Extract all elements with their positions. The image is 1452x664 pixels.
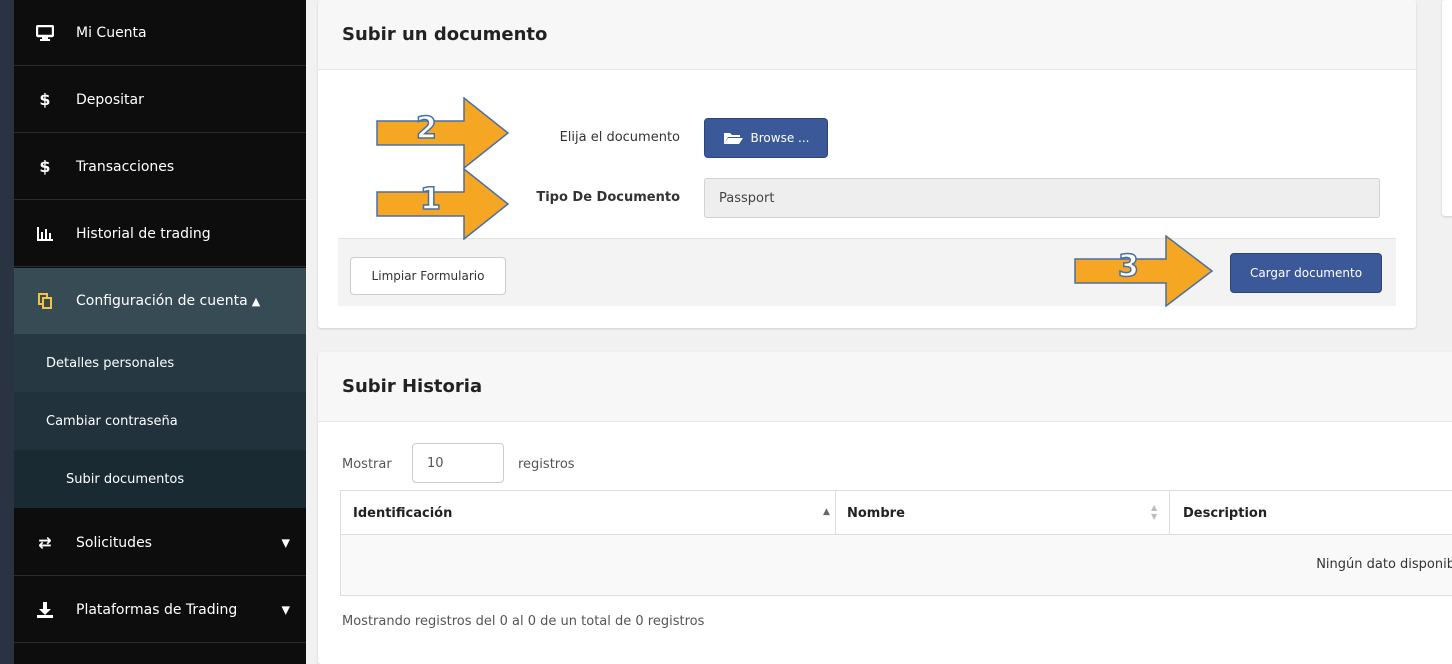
sidebar-subitem-label: Detalles personales — [46, 355, 175, 371]
sidebar-item-label: Mi Cuenta — [76, 24, 147, 41]
sidebar-item-label: Depositar — [76, 91, 144, 108]
page-size-select[interactable]: 10 — [412, 443, 504, 483]
sidebar-item-depositar[interactable]: $ Depositar — [14, 67, 306, 133]
folder-open-icon — [723, 131, 743, 145]
chevron-down-icon: ▼ — [281, 536, 290, 549]
side-card — [1442, 0, 1452, 216]
sidebar-item-label: Plataformas de Trading — [76, 601, 238, 618]
sidebar-item-mi-cuenta[interactable]: Mi Cuenta — [14, 0, 306, 66]
sidebar-subitem-contrasena[interactable]: Cambiar contraseña — [14, 392, 306, 450]
chevron-down-icon: ▼ — [281, 603, 290, 616]
bar-chart-icon — [36, 226, 54, 241]
download-icon — [36, 601, 54, 618]
sort-both-icon: ▲ ▼ — [1151, 503, 1158, 521]
history-table: Identificación ▲ Nombre ▲ ▼ Description N… — [340, 490, 1452, 596]
show-label: Mostrar — [342, 457, 392, 472]
exchange-icon: ⇄ — [38, 533, 52, 552]
form-actions-bar: Limpiar Formulario Cargar documento — [338, 238, 1396, 306]
choose-document-label: Elija el documento — [559, 130, 680, 145]
sidebar-item-label: Historial de trading — [76, 225, 211, 242]
sidebar-item-plataformas[interactable]: Plataformas de Trading ▼ — [14, 577, 306, 643]
sidebar-item-configuracion[interactable]: Configuración de cuenta ▲ — [14, 268, 306, 334]
sidebar-item-label: Configuración de cuenta — [76, 293, 248, 309]
column-divider — [835, 491, 836, 535]
records-label: registros — [518, 457, 575, 472]
sidebar-item-label: Solicitudes — [76, 534, 152, 551]
browse-button-label: Browse ... — [750, 131, 810, 145]
arrow-number: 1 — [419, 181, 441, 218]
sidebar-subitem-subir-documentos[interactable]: Subir documentos — [14, 450, 306, 508]
chevron-up-icon: ▲ — [251, 294, 261, 308]
column-header-label: Description — [1183, 505, 1268, 521]
sidebar-item-label: Transacciones — [76, 158, 175, 175]
annotation-arrow-2: 2 — [376, 97, 510, 169]
upload-title: Subir un documento — [318, 0, 1416, 70]
column-header-description[interactable]: Description — [1183, 491, 1452, 535]
dollar-icon: $ — [39, 90, 51, 109]
arrow-number: 2 — [415, 110, 437, 147]
browse-button[interactable]: Browse ... — [704, 118, 828, 158]
column-header-label: Nombre — [847, 505, 905, 521]
sort-asc-icon: ▲ — [823, 507, 830, 517]
column-header-label: Identificación — [353, 505, 453, 521]
dollar-icon: $ — [39, 157, 51, 176]
sidebar-item-solicitudes[interactable]: ⇄ Solicitudes ▼ — [14, 510, 306, 576]
empty-message: Ningún dato disponib — [1316, 557, 1452, 572]
history-title: Subir Historia — [318, 352, 1452, 422]
document-type-label: Tipo De Documento — [536, 190, 680, 205]
column-header-id[interactable]: Identificación — [353, 491, 823, 535]
sidebar-item-historial[interactable]: Historial de trading — [14, 201, 306, 267]
clear-form-button[interactable]: Limpiar Formulario — [350, 257, 506, 295]
sidebar: Mi Cuenta $ Depositar $ Transacciones Hi… — [14, 0, 306, 664]
sidebar-subitem-label: Subir documentos — [66, 471, 185, 487]
annotation-arrow-1: 1 — [376, 168, 510, 240]
column-divider — [1169, 491, 1170, 535]
document-type-field[interactable]: Passport — [704, 178, 1380, 218]
sidebar-item-transacciones[interactable]: $ Transacciones — [14, 134, 306, 200]
annotation-arrow-3: 3 — [1074, 235, 1214, 307]
empty-row: Ningún dato disponib — [341, 535, 1452, 595]
history-card: Subir Historia Mostrar 10 registros Iden… — [318, 352, 1452, 664]
column-header-nombre[interactable]: Nombre — [847, 491, 1147, 535]
main-content: Subir un documento Elija el documento Br… — [306, 0, 1452, 664]
arrow-number: 3 — [1117, 248, 1139, 285]
monitor-icon — [36, 24, 54, 41]
sidebar-subitem-detalles[interactable]: Detalles personales — [14, 334, 306, 392]
sidebar-subitem-label: Cambiar contraseña — [46, 413, 178, 429]
copy-icon — [36, 293, 54, 309]
table-info: Mostrando registros del 0 al 0 de un tot… — [342, 614, 705, 629]
upload-document-button[interactable]: Cargar documento — [1230, 253, 1382, 293]
